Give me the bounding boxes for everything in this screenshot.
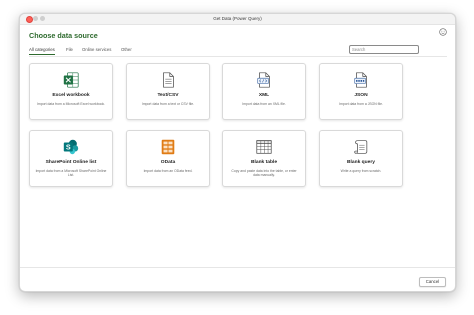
card-excel-workbook[interactable]: Excel workbook Import data from a Micros… <box>29 63 113 120</box>
xml-file-icon <box>257 72 270 88</box>
excel-icon <box>63 72 79 88</box>
table-icon <box>256 140 272 154</box>
tab-other[interactable]: Other <box>121 47 132 53</box>
text-file-icon <box>163 72 174 88</box>
card-description: Import data from an OData feed. <box>143 169 193 173</box>
card-title: SharePoint Online list <box>45 160 97 165</box>
svg-text:S: S <box>66 143 71 152</box>
card-description: Copy and paste data into the table, or e… <box>231 169 297 178</box>
card-blank-table[interactable]: Blank table Copy and paste data into the… <box>222 130 306 187</box>
card-description: Import data from a text or CSV file. <box>141 102 195 106</box>
search-box <box>349 45 419 54</box>
card-description: Import data from a JSON file. <box>339 102 383 106</box>
card-title: Blank query <box>347 160 375 165</box>
tab-online-services[interactable]: Online services <box>82 47 111 53</box>
card-title: Blank table <box>250 160 278 165</box>
card-title: XML <box>258 93 270 98</box>
card-description: Import data from a Microsoft Excel workb… <box>36 102 106 106</box>
tab-file[interactable]: File <box>66 47 73 53</box>
scroll-icon <box>354 140 368 154</box>
card-description: Import data from an XML file. <box>242 102 286 106</box>
card-description: Import data from a Microsoft SharePoint … <box>35 169 107 178</box>
card-odata[interactable]: OData Import data from an OData feed. <box>126 130 210 187</box>
title-bar: Get Data (Power Query) <box>20 14 455 25</box>
card-title: JSON <box>354 93 368 98</box>
card-json[interactable]: JSON Import data from a JSON file. <box>319 63 403 120</box>
card-blank-query[interactable]: Blank query Write a query from scratch. <box>319 130 403 187</box>
card-text-csv[interactable]: Text/CSV Import data from a text or CSV … <box>126 63 210 120</box>
card-description: Write a query from scratch. <box>340 169 382 173</box>
get-data-dialog: Get Data (Power Query) Choose data sourc… <box>19 13 456 292</box>
tabs-divider <box>29 56 447 57</box>
card-title: Text/CSV <box>157 93 179 98</box>
cancel-button[interactable]: Cancel <box>419 277 446 287</box>
page-title: Choose data source <box>29 31 98 40</box>
tab-all-categories[interactable]: All categories <box>29 47 55 55</box>
search-input[interactable] <box>351 46 418 53</box>
card-sharepoint-online-list[interactable]: S SharePoint Online list Import data fro… <box>29 130 113 187</box>
odata-icon <box>161 139 175 155</box>
json-file-icon <box>354 72 367 88</box>
feedback-smiley-icon[interactable] <box>439 28 447 36</box>
footer-divider <box>20 267 455 268</box>
window-title: Get Data (Power Query) <box>213 16 262 21</box>
card-title: Excel workbook <box>52 93 90 98</box>
card-xml[interactable]: XML Import data from an XML file. <box>222 63 306 120</box>
sharepoint-icon: S <box>63 139 79 155</box>
card-title: OData <box>160 160 176 165</box>
